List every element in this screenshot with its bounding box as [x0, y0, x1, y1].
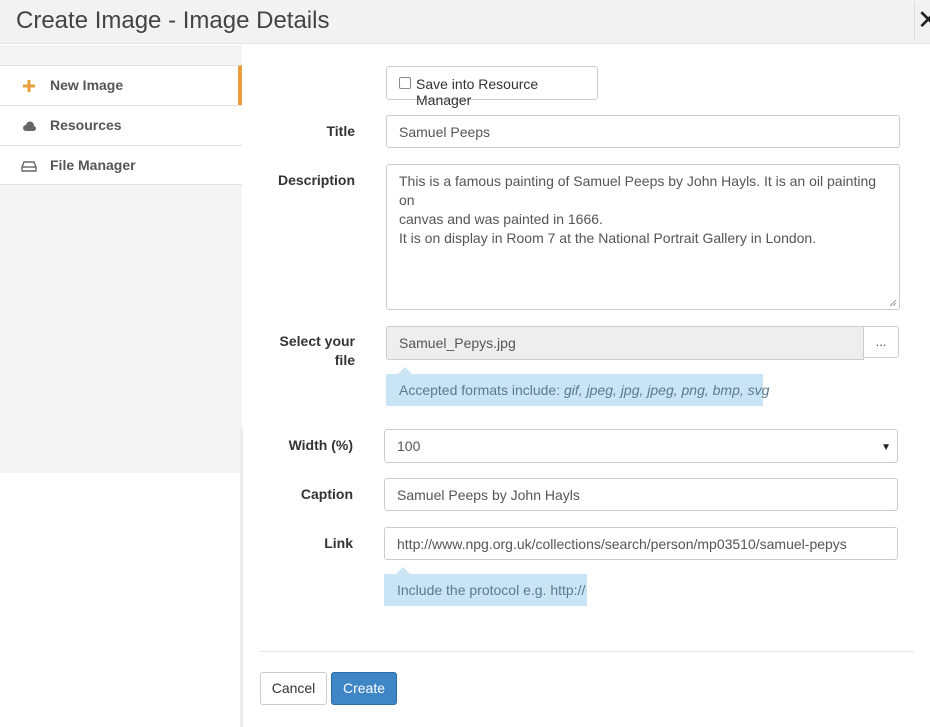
sidebar-item-label: Resources: [50, 117, 122, 133]
footer-divider: [260, 651, 914, 652]
save-resource-label: Save into Resource Manager: [416, 76, 539, 108]
cloud-icon: [23, 121, 36, 131]
description-line: It is on display in Room 7 at the Nation…: [399, 230, 817, 246]
browse-button[interactable]: ...: [863, 326, 899, 358]
sidebar-item-file-manager[interactable]: File Manager: [0, 145, 242, 185]
file-label-line: file: [334, 352, 355, 368]
create-button[interactable]: Create: [331, 672, 397, 705]
description-line: This is a famous painting of Samuel Peep…: [399, 173, 877, 208]
hint-arrow: [396, 567, 410, 574]
close-icon: ✕: [917, 5, 930, 35]
drive-icon: [21, 161, 37, 172]
formats-hint: Accepted formats include: gif, jpeg, jpg…: [386, 367, 769, 406]
sidebar-nav: New Image Resources File Manager: [0, 65, 242, 185]
description-textarea[interactable]: This is a famous painting of Samuel Peep…: [386, 164, 900, 310]
sidebar-item-label: File Manager: [50, 157, 136, 173]
width-label: Width (%): [288, 437, 353, 453]
close-button[interactable]: ✕: [914, 2, 930, 40]
file-label: Select your file: [250, 332, 355, 370]
save-resource-option[interactable]: Save into Resource Manager: [386, 66, 598, 108]
description-line: canvas and was painted in 1666.: [399, 211, 603, 227]
hint-arrow: [398, 367, 412, 374]
title-input[interactable]: Samuel Peeps: [386, 115, 900, 148]
sidebar-item-label: New Image: [50, 77, 124, 93]
link-hint-text: Include the protocol e.g. http://: [397, 582, 586, 598]
link-hint: Include the protocol e.g. http://: [384, 567, 587, 606]
sidebar-blank: [0, 473, 236, 727]
save-resource-checkbox[interactable]: [399, 77, 411, 89]
cancel-button[interactable]: Cancel: [260, 672, 327, 705]
link-label: Link: [324, 535, 353, 551]
link-input[interactable]: http://www.npg.org.uk/collections/search…: [384, 527, 898, 560]
formats-hint-list: gif, jpeg, jpg, jpeg, png, bmp, svg: [563, 382, 770, 398]
file-path-input[interactable]: Samuel_Pepys.jpg: [386, 326, 864, 360]
width-select-value: 100: [397, 438, 421, 454]
sidebar-item-new-image[interactable]: New Image: [0, 65, 242, 105]
description-label: Description: [277, 172, 355, 188]
title-label: Title: [326, 123, 355, 139]
dialog-header: Create Image - Image Details ✕: [0, 0, 930, 44]
sidebar: New Image Resources File Manager: [0, 45, 242, 473]
resize-grip-icon[interactable]: [889, 299, 897, 307]
caret-down-icon: ▼: [881, 442, 891, 453]
plus-icon: [23, 80, 35, 92]
caption-input[interactable]: Samuel Peeps by John Hayls: [384, 478, 898, 511]
divider: [240, 427, 243, 727]
file-label-line: Select your: [279, 333, 355, 349]
sidebar-item-resources[interactable]: Resources: [0, 105, 242, 145]
formats-hint-prefix: Accepted formats include:: [399, 382, 564, 398]
caption-label: Caption: [300, 486, 353, 502]
dialog-title: Create Image - Image Details: [16, 7, 330, 34]
width-select[interactable]: 100 ▼: [384, 429, 898, 463]
